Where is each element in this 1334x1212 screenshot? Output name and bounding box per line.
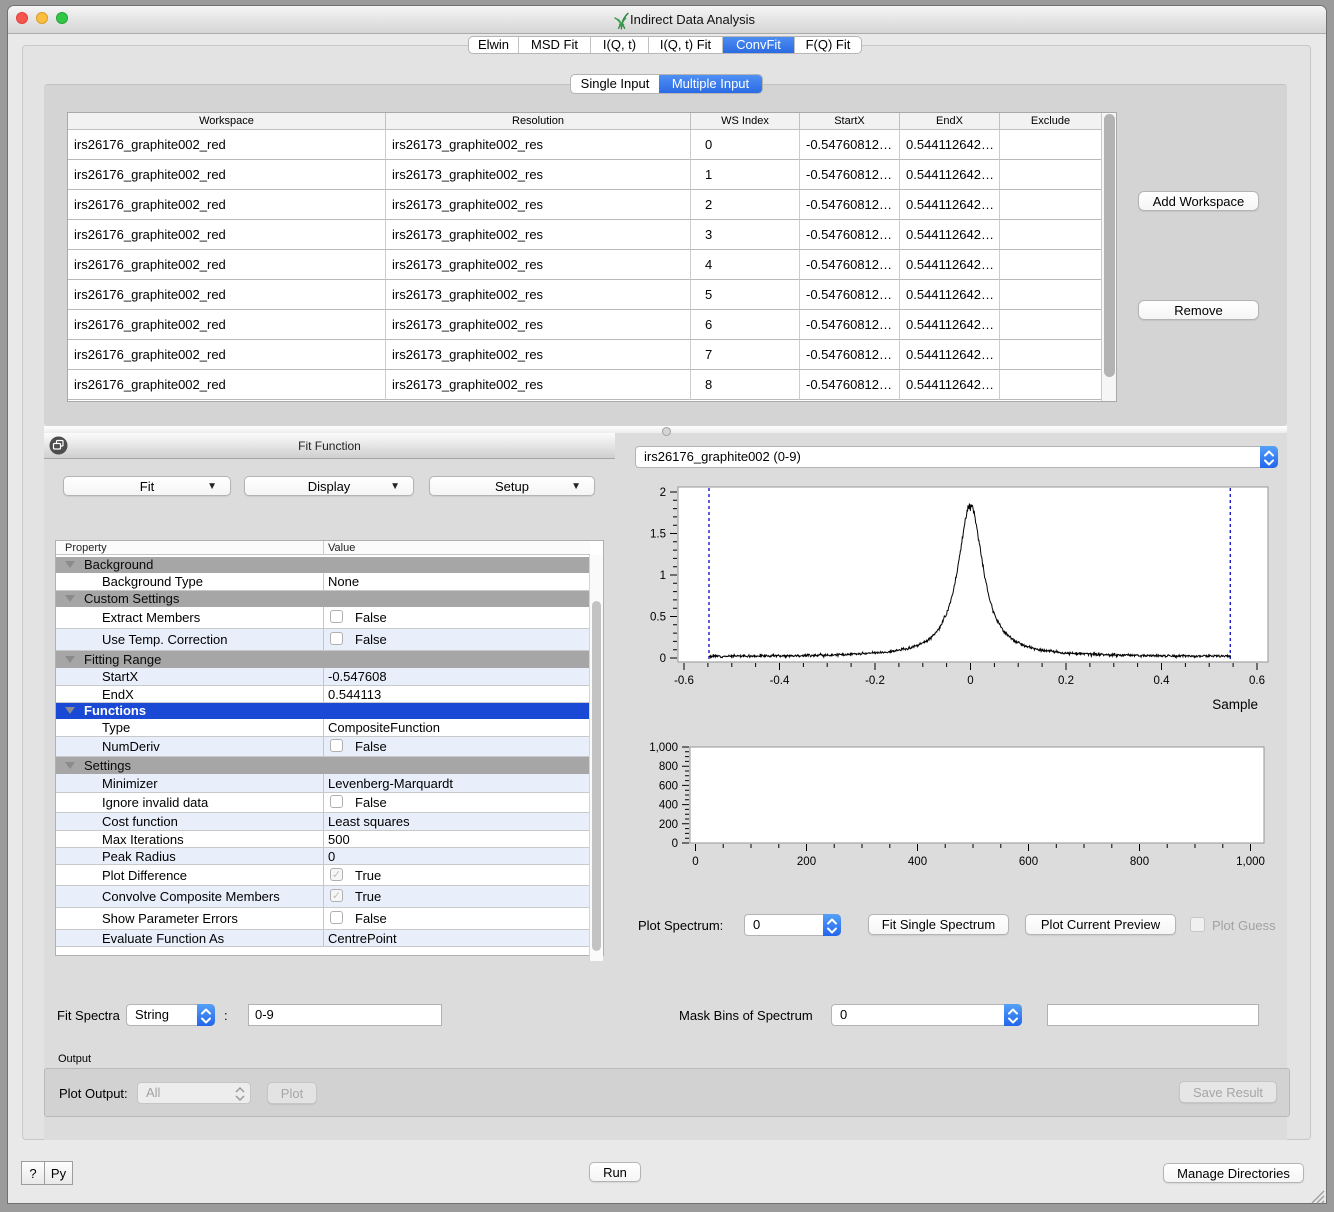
- svg-text:Sample: Sample: [1212, 697, 1258, 712]
- svg-text:600: 600: [1019, 856, 1038, 868]
- svg-text:0.2: 0.2: [1058, 675, 1074, 687]
- svg-text:1: 1: [660, 570, 666, 582]
- svg-text:0: 0: [967, 675, 973, 687]
- svg-text:0.4: 0.4: [1154, 675, 1171, 687]
- svg-text:1,000: 1,000: [1236, 856, 1265, 868]
- svg-text:0: 0: [692, 856, 698, 868]
- svg-text:0.6: 0.6: [1249, 675, 1265, 687]
- svg-text:200: 200: [659, 819, 678, 831]
- svg-text:-0.4: -0.4: [770, 675, 790, 687]
- svg-text:0.5: 0.5: [650, 612, 666, 624]
- svg-text:-0.6: -0.6: [674, 675, 694, 687]
- svg-text:0: 0: [660, 653, 666, 665]
- svg-text:2: 2: [660, 487, 666, 499]
- svg-text:800: 800: [659, 761, 678, 773]
- svg-text:400: 400: [659, 800, 678, 812]
- svg-text:0: 0: [672, 838, 678, 850]
- svg-text:800: 800: [1130, 856, 1149, 868]
- svg-text:600: 600: [659, 780, 678, 792]
- svg-text:1.5: 1.5: [650, 529, 666, 541]
- svg-text:200: 200: [797, 856, 816, 868]
- svg-text:-0.2: -0.2: [865, 675, 885, 687]
- svg-text:1,000: 1,000: [649, 742, 678, 754]
- svg-text:400: 400: [908, 856, 927, 868]
